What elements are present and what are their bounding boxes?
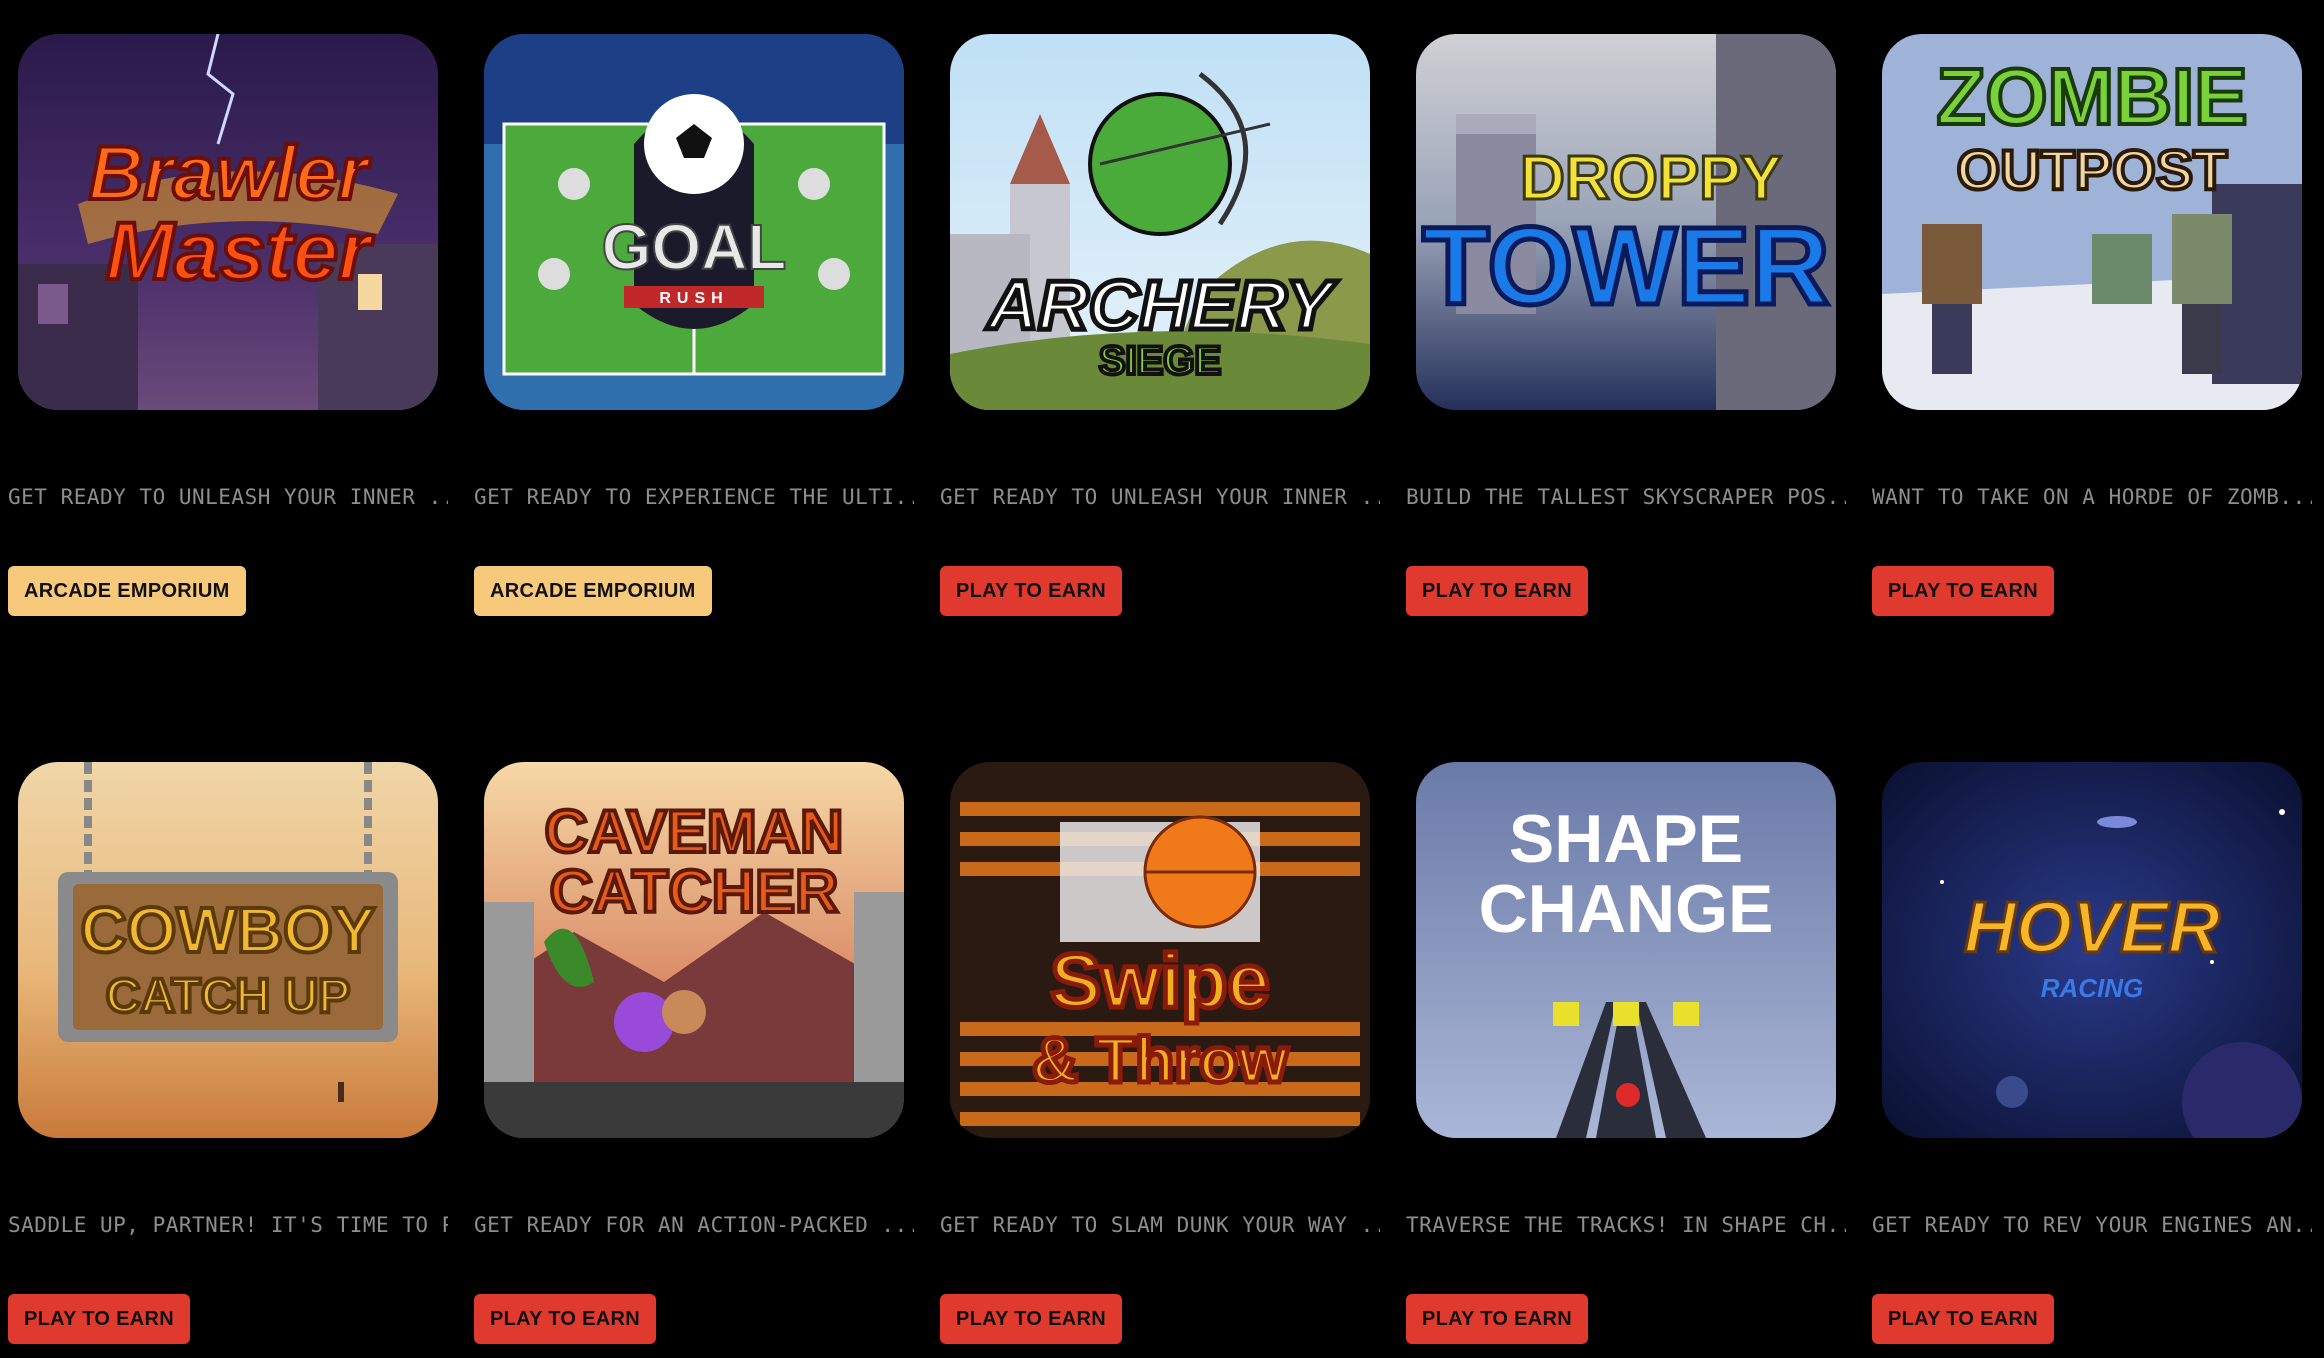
play-to-earn-badge[interactable]: PLAY TO EARN — [940, 566, 1122, 616]
game-description: GET READY TO REV YOUR ENGINES AN... — [1872, 1213, 2312, 1237]
game-thumbnail[interactable]: GOAL RUSH — [484, 34, 904, 410]
swipe-throw-artwork: Swipe & Throw — [950, 762, 1370, 1138]
droppy-tower-artwork: DROPPY TOWER — [1416, 34, 1836, 410]
caveman-catcher-artwork: CAVEMAN CATCHER — [484, 762, 904, 1138]
svg-text:CAVEMAN: CAVEMAN — [545, 798, 844, 865]
svg-text:RUSH: RUSH — [659, 290, 728, 307]
svg-text:& Throw: & Throw — [1032, 1024, 1288, 1096]
play-to-earn-badge[interactable]: PLAY TO EARN — [1406, 1294, 1588, 1344]
svg-text:COWBOY: COWBOY — [80, 894, 375, 966]
cowboy-catch-up-artwork: COWBOY CATCH UP — [18, 762, 438, 1138]
game-thumbnail[interactable]: COWBOY CATCH UP — [18, 762, 438, 1138]
hover-racing-artwork: HOVER RACING — [1882, 762, 2302, 1138]
svg-text:CATCH UP: CATCH UP — [106, 970, 350, 1023]
game-description: GET READY FOR AN ACTION-PACKED ... — [474, 1213, 914, 1237]
svg-text:OUTPOST: OUTPOST — [1957, 138, 2228, 201]
play-to-earn-badge[interactable]: PLAY TO EARN — [474, 1294, 656, 1344]
game-description: SADDLE UP, PARTNER! IT'S TIME TO PU... — [8, 1213, 448, 1237]
archery-siege-artwork: ARCHERY SIEGE — [950, 34, 1370, 410]
game-thumbnail[interactable]: HOVER RACING — [1882, 762, 2302, 1138]
play-to-earn-badge[interactable]: PLAY TO EARN — [940, 1294, 1122, 1344]
game-thumbnail[interactable]: Swipe & Throw — [950, 762, 1370, 1138]
game-thumbnail[interactable]: SHAPE CHANGE — [1416, 762, 1836, 1138]
zombie-outpost-artwork: ZOMBIE OUTPOST — [1882, 34, 2302, 410]
svg-text:TOWER: TOWER — [1422, 205, 1829, 328]
play-to-earn-badge[interactable]: PLAY TO EARN — [1406, 566, 1588, 616]
game-grid: Brawler Master GET READY TO UNLEASH YOUR… — [0, 0, 2324, 1358]
shape-change-artwork: SHAPE CHANGE — [1416, 762, 1836, 1138]
svg-text:Master: Master — [106, 206, 374, 297]
svg-text:GOAL: GOAL — [602, 211, 787, 283]
goal-rush-artwork: GOAL RUSH — [484, 34, 904, 410]
svg-text:HOVER: HOVER — [1964, 888, 2220, 968]
game-description: GET READY TO SLAM DUNK YOUR WAY ... — [940, 1213, 1380, 1237]
game-description: BUILD THE TALLEST SKYSCRAPER POS... — [1406, 485, 1846, 509]
game-thumbnail[interactable]: Brawler Master — [18, 34, 438, 410]
svg-text:SIEGE: SIEGE — [1099, 339, 1221, 383]
svg-text:DROPPY: DROPPY — [1520, 144, 1782, 213]
svg-text:Brawler: Brawler — [89, 131, 372, 216]
arcade-emporium-badge[interactable]: ARCADE EMPORIUM — [474, 566, 712, 616]
arcade-emporium-badge[interactable]: ARCADE EMPORIUM — [8, 566, 246, 616]
svg-text:SHAPE: SHAPE — [1509, 801, 1743, 877]
game-thumbnail[interactable]: ZOMBIE OUTPOST — [1882, 34, 2302, 410]
game-thumbnail[interactable]: ARCHERY SIEGE — [950, 34, 1370, 410]
game-description: GET READY TO EXPERIENCE THE ULTI... — [474, 485, 914, 509]
svg-text:RACING: RACING — [2041, 973, 2144, 1003]
play-to-earn-badge[interactable]: PLAY TO EARN — [8, 1294, 190, 1344]
brawler-master-artwork: Brawler Master — [18, 34, 438, 410]
play-to-earn-badge[interactable]: PLAY TO EARN — [1872, 1294, 2054, 1344]
game-thumbnail[interactable]: DROPPY TOWER — [1416, 34, 1836, 410]
svg-text:ZOMBIE: ZOMBIE — [1936, 52, 2247, 141]
play-to-earn-badge[interactable]: PLAY TO EARN — [1872, 566, 2054, 616]
svg-text:Swipe: Swipe — [1050, 939, 1270, 1024]
svg-text:CATCHER: CATCHER — [550, 858, 839, 925]
svg-text:CHANGE: CHANGE — [1479, 871, 1774, 947]
game-thumbnail[interactable]: CAVEMAN CATCHER — [484, 762, 904, 1138]
game-description: WANT TO TAKE ON A HORDE OF ZOMB... — [1872, 485, 2312, 509]
game-description: TRAVERSE THE TRACKS! IN SHAPE CH... — [1406, 1213, 1846, 1237]
game-description: GET READY TO UNLEASH YOUR INNER ... — [8, 485, 448, 509]
svg-text:ARCHERY: ARCHERY — [986, 266, 1338, 344]
game-description: GET READY TO UNLEASH YOUR INNER ... — [940, 485, 1380, 509]
